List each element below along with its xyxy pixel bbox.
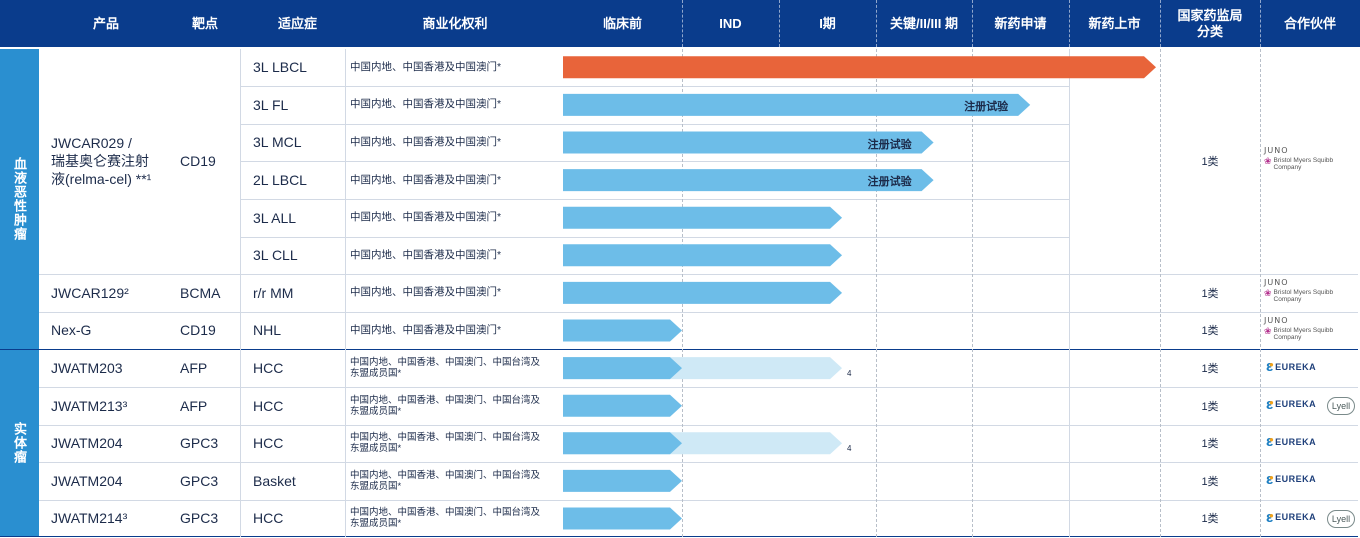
commercial-rights-line: 中国内地、中国香港、中国澳门、中国台湾及 <box>350 507 541 519</box>
commercial-rights-lines: 中国内地、中国香港、中国澳门、中国台湾及 东盟成员国* <box>350 395 540 417</box>
indication-name: NHL <box>253 322 282 339</box>
commercial-rights-line: 东盟成员国* <box>350 480 402 492</box>
indication-name: r/r MM <box>253 284 294 301</box>
indication-name: HCC <box>253 510 284 527</box>
commercial-rights-line: 东盟成员国* <box>350 518 402 530</box>
commercial-rights: 中国内地、中国香港及中国澳门* <box>350 274 560 312</box>
commercial-rights-line: 中国内地、中国香港、中国澳门、中国台湾及 <box>350 357 541 369</box>
commercial-rights: 中国内地、中国香港及中国澳门* <box>350 237 560 275</box>
commercial-rights-line: 中国内地、中国香港及中国澳门* <box>350 211 502 224</box>
commercial-rights-line: 中国内地、中国香港、中国澳门、中国台湾及 <box>350 469 541 481</box>
commercial-rights-line: 中国内地、中国香港及中国澳门* <box>350 98 502 111</box>
indication-name: Basket <box>253 472 296 489</box>
commercial-rights: 中国内地、中国香港、中国澳门、中国台湾及 东盟成员国* <box>350 500 560 538</box>
commercial-rights: 中国内地、中国香港及中国澳门* <box>350 49 560 87</box>
commercial-rights-lines: 中国内地、中国香港及中国澳门* <box>350 60 502 73</box>
commercial-rights: 中国内地、中国香港、中国澳门、中国台湾及 东盟成员国* <box>350 349 560 387</box>
footnote-mark: 4 <box>847 369 852 379</box>
indication-name: 3L MCL <box>253 134 302 151</box>
commercial-rights-line: 东盟成员国* <box>350 443 402 455</box>
commercial-rights: 中国内地、中国香港及中国澳门* <box>350 124 560 162</box>
indication-name: 3L FL <box>253 96 289 113</box>
commercial-rights-lines: 中国内地、中国香港及中国澳门* <box>350 99 501 110</box>
commercial-rights-lines: 中国内地、中国香港及中国澳门* <box>350 248 502 261</box>
phase-progress-bar <box>563 56 1156 79</box>
indication-name: HCC <box>253 360 284 377</box>
bar-label: 注册试验 <box>867 176 912 189</box>
phase-progress-bar <box>563 507 682 530</box>
pipeline-table: 产品 靶点 适应症 商业化权利 临床前 IND I期 关键/II/III 期新药申请 新药上市国… <box>0 0 1360 538</box>
phase-progress-bar <box>563 394 682 417</box>
commercial-rights-line: 中国内地、中国香港及中国澳门* <box>350 60 502 73</box>
commercial-rights-line: 东盟成员国* <box>350 368 402 380</box>
commercial-rights: 中国内地、中国香港、中国澳门、中国台湾及 东盟成员国* <box>350 387 560 425</box>
commercial-rights-lines: 中国内地、中国香港及中国澳门* <box>350 135 502 148</box>
bar-label: 注册试验 <box>867 138 912 151</box>
phase-progress-bar <box>563 206 843 229</box>
commercial-rights-lines: 中国内地、中国香港、中国澳门、中国台湾及 东盟成员国* <box>350 432 540 454</box>
commercial-rights-line: 中国内地、中国香港及中国澳门* <box>350 248 502 261</box>
phase-progress-bar <box>563 281 843 304</box>
commercial-rights-line: 中国内地、中国香港及中国澳门* <box>350 286 502 299</box>
commercial-rights-lines: 中国内地、中国香港及中国澳门* <box>350 287 501 298</box>
commercial-rights-line: 中国内地、中国香港、中国澳门、中国台湾及 <box>350 432 541 444</box>
commercial-rights-line: 中国内地、中国香港及中国澳门* <box>350 135 502 148</box>
commercial-rights-lines: 中国内地、中国香港及中国澳门* <box>350 212 501 223</box>
commercial-rights: 中国内地、中国香港及中国澳门* <box>350 312 560 350</box>
pipeline-bars <box>563 56 1156 530</box>
commercial-rights-lines: 中国内地、中国香港及中国澳门* <box>350 173 502 186</box>
indication-name: 3L LBCL <box>253 59 307 76</box>
phase-progress-bar <box>563 432 682 455</box>
indication-name: HCC <box>253 397 284 414</box>
commercial-rights: 中国内地、中国香港及中国澳门* <box>350 161 560 199</box>
phase-progress-bar <box>563 244 843 267</box>
commercial-rights: 中国内地、中国香港及中国澳门* <box>350 199 560 237</box>
indication-name: HCC <box>253 435 284 452</box>
indication-name: 2L LBCL <box>253 172 307 189</box>
indication-name: 3L CLL <box>253 247 298 264</box>
phase-progress-bar <box>563 357 682 380</box>
commercial-rights-lines: 中国内地、中国香港及中国澳门* <box>350 323 502 336</box>
commercial-rights: 中国内地、中国香港、中国澳门、中国台湾及 东盟成员国* <box>350 425 560 463</box>
phase-progress-bar <box>563 319 682 342</box>
indication-name: 3L ALL <box>253 209 297 226</box>
footnote-mark: 4 <box>847 444 852 454</box>
commercial-rights: 中国内地、中国香港及中国澳门* <box>350 86 560 124</box>
commercial-rights-line: 中国内地、中国香港、中国澳门、中国台湾及 <box>350 394 541 406</box>
commercial-rights-lines: 中国内地、中国香港、中国澳门、中国台湾及 东盟成员国* <box>350 470 540 492</box>
commercial-rights-line: 中国内地、中国香港及中国澳门* <box>350 173 502 186</box>
bar-label: 注册试验 <box>964 100 1009 113</box>
phase-progress-bar <box>563 93 1031 116</box>
commercial-rights-line: 中国内地、中国香港及中国澳门* <box>350 323 502 336</box>
commercial-rights-lines: 中国内地、中国香港、中国澳门、中国台湾及 东盟成员国* <box>350 357 540 379</box>
commercial-rights: 中国内地、中国香港、中国澳门、中国台湾及 东盟成员国* <box>350 462 560 500</box>
commercial-rights-lines: 中国内地、中国香港、中国澳门、中国台湾及 东盟成员国* <box>350 507 540 529</box>
phase-progress-bar <box>563 469 682 492</box>
commercial-rights-line: 东盟成员国* <box>350 405 402 417</box>
